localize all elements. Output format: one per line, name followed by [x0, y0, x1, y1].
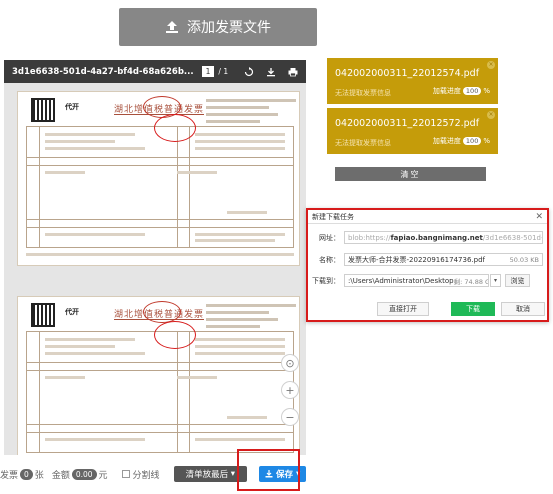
- qr-code: [31, 303, 55, 327]
- viewer-toolbar: 3d1e6638-501d-4a27-bf4d-68a626b... 1 / 1: [4, 60, 306, 83]
- viewer-filename: 3d1e6638-501d-4a27-bf4d-68a626b...: [12, 66, 194, 77]
- open-directly-button[interactable]: 直接打开: [377, 302, 429, 316]
- download-dialog: 新建下载任务 ✕ 网址： blob:https://fapiao.bangnim…: [306, 208, 549, 322]
- invoice-daikai-label: 代开: [65, 103, 79, 111]
- add-invoice-button[interactable]: 添加发票文件: [119, 8, 317, 46]
- invoice-count-label: 发票: [0, 470, 19, 481]
- invoice-seal: [143, 301, 181, 323]
- cancel-button[interactable]: 取消: [501, 302, 545, 316]
- split-line-checkbox[interactable]: 分割线: [121, 468, 160, 481]
- download-icon[interactable]: [266, 67, 276, 77]
- filename-field[interactable]: 发票大师-合并发票-20220916174736.pdf 50.03 KB: [344, 253, 543, 266]
- file-status: 无法提取发票信息: [335, 139, 391, 147]
- seal-highlight: [154, 321, 196, 349]
- dialog-title: 新建下载任务: [312, 212, 354, 221]
- zoom-in-button[interactable]: +: [281, 381, 299, 399]
- seal-highlight: [154, 114, 196, 142]
- invoice-daikai-label: 代开: [65, 308, 79, 316]
- upload-icon: [166, 21, 178, 33]
- url-field[interactable]: blob:https://fapiao.bangnimang.net/3d1e6…: [344, 231, 543, 244]
- invoice-count: 0: [20, 468, 33, 480]
- amount-value: 0.00: [71, 468, 97, 480]
- qr-code: [31, 98, 55, 122]
- clear-button[interactable]: 清空: [335, 167, 486, 181]
- file-status: 无法提取发票信息: [335, 89, 391, 97]
- remove-file-icon[interactable]: ×: [487, 61, 495, 69]
- zoom-reset-icon[interactable]: ⊙: [281, 354, 299, 372]
- close-icon[interactable]: ✕: [535, 212, 543, 222]
- print-icon[interactable]: [288, 67, 298, 77]
- download-path-field[interactable]: :\Users\Administrator\Desktop 剩: 74.88 G…: [344, 274, 489, 287]
- file-card[interactable]: 042002000311_22012574.pdf 无法提取发票信息 加载进度 …: [327, 58, 498, 104]
- browse-button[interactable]: 浏览: [505, 274, 530, 287]
- add-invoice-label: 添加发票文件: [187, 20, 271, 36]
- remove-file-icon[interactable]: ×: [487, 111, 495, 119]
- invoice-page-1: 代开 湖北增值税普通发票: [17, 91, 300, 266]
- checkbox[interactable]: [121, 470, 130, 478]
- amount-label: 金额: [51, 470, 70, 481]
- pdf-viewer[interactable]: 3d1e6638-501d-4a27-bf4d-68a626b... 1 / 1…: [4, 60, 306, 455]
- file-name: 042002000311_22012574.pdf: [335, 68, 480, 79]
- page-number-input[interactable]: 1: [201, 66, 215, 77]
- file-card[interactable]: 042002000311_22012572.pdf 无法提取发票信息 加载进度 …: [327, 108, 498, 154]
- file-name: 042002000311_22012572.pdf: [335, 118, 480, 129]
- path-dropdown-icon[interactable]: ▾: [490, 274, 501, 287]
- zoom-out-button[interactable]: −: [281, 408, 299, 426]
- rotate-icon[interactable]: [244, 66, 254, 77]
- page: 添加发票文件 3d1e6638-501d-4a27-bf4d-68a626b..…: [0, 0, 553, 494]
- page-total: / 1: [218, 67, 229, 76]
- file-progress: 加载进度 100 %: [432, 137, 490, 145]
- invoice-page-2: 代开 湖北增值税普通发票: [17, 296, 300, 455]
- save-highlight: [237, 449, 300, 491]
- download-button[interactable]: 下载: [451, 302, 495, 316]
- file-progress: 加载进度 100 %: [432, 87, 490, 95]
